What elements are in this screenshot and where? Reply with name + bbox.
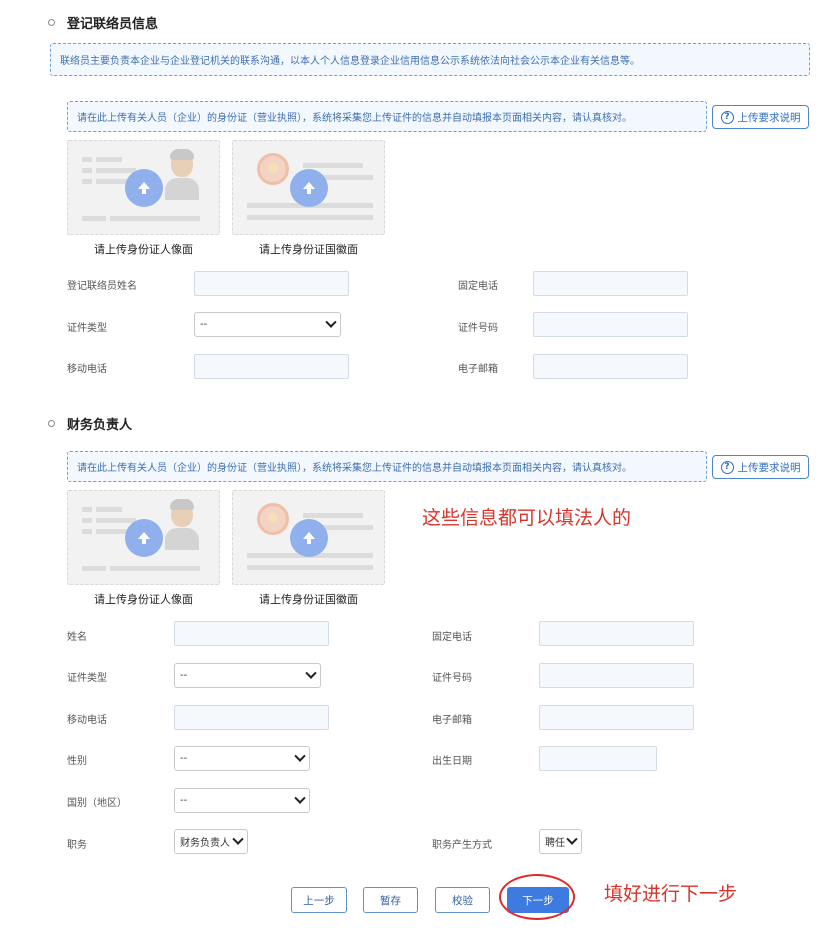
emblem-placeholder xyxy=(257,503,289,535)
question-circle-icon: ? xyxy=(720,110,734,124)
chevron-down-icon xyxy=(294,750,306,762)
liaison-id-no-label: 证件号码 xyxy=(458,323,498,334)
finance-name-label: 姓名 xyxy=(67,632,87,643)
highlight-circle xyxy=(499,874,575,920)
portrait-placeholder xyxy=(165,149,199,201)
upload-arrow-icon xyxy=(290,169,328,207)
liaison-id-no-input[interactable] xyxy=(533,312,688,337)
upload-arrow-icon xyxy=(125,169,163,207)
finance-country-select[interactable]: -- xyxy=(174,788,310,813)
upload-notice-text: 请在此上传有关人员（企业）的身份证（营业执照），系统将采集您上传证件的信息并自动… xyxy=(77,463,632,474)
finance-birth-input[interactable] xyxy=(539,746,657,771)
liaison-phone-input[interactable] xyxy=(533,271,688,296)
liaison-name-input[interactable] xyxy=(194,271,349,296)
finance-country-value: -- xyxy=(180,795,188,806)
section-title-text: 登记联络员信息 xyxy=(67,17,159,32)
finance-gender-select[interactable]: -- xyxy=(174,746,310,771)
finance-id-no-label: 证件号码 xyxy=(432,673,472,684)
annotation-next-step: 填好进行下一步 xyxy=(604,883,738,905)
upload-arrow-icon xyxy=(290,519,328,557)
bullet-icon xyxy=(48,19,55,26)
bullet-icon xyxy=(48,420,55,427)
upload-id-front-card-finance[interactable] xyxy=(67,490,220,585)
prev-step-button[interactable]: 上一步 xyxy=(291,887,347,913)
upload-id-back-caption-finance: 请上传身份证国徽面 xyxy=(259,593,358,606)
upload-id-front-card[interactable] xyxy=(67,140,220,235)
finance-position-value: 财务负责人 xyxy=(180,838,230,849)
chevron-down-icon xyxy=(294,792,306,804)
liaison-email-input[interactable] xyxy=(533,354,688,379)
verify-button[interactable]: 校验 xyxy=(435,887,490,913)
section-title-liaison: 登记联络员信息 xyxy=(48,13,158,32)
liaison-notice: 联络员主要负责本企业与企业登记机关的联系沟通，以本人个人信息登录企业信用信息公示… xyxy=(50,43,810,76)
finance-position-label: 职务 xyxy=(67,840,87,851)
finance-gender-value: -- xyxy=(180,753,188,764)
liaison-id-type-value: -- xyxy=(200,319,208,330)
upload-notice: 请在此上传有关人员（企业）的身份证（营业执照），系统将采集您上传证件的信息并自动… xyxy=(67,101,707,132)
finance-id-no-input[interactable] xyxy=(539,663,694,688)
upload-requirements-label: 上传要求说明 xyxy=(737,461,801,474)
liaison-id-type-select[interactable]: -- xyxy=(194,312,341,337)
upload-id-front-caption: 请上传身份证人像面 xyxy=(94,243,193,256)
upload-arrow-icon xyxy=(125,519,163,557)
liaison-mobile-label: 移动电话 xyxy=(67,364,107,375)
upload-requirements-label: 上传要求说明 xyxy=(737,111,801,124)
liaison-id-type-label: 证件类型 xyxy=(67,323,107,334)
finance-country-label: 国别（地区） xyxy=(67,798,127,809)
upload-id-back-card-finance[interactable] xyxy=(232,490,385,585)
finance-position-method-value: 聘任 xyxy=(545,838,565,849)
finance-position-method-select[interactable]: 聘任 xyxy=(539,829,582,854)
finance-email-label: 电子邮箱 xyxy=(432,715,472,726)
finance-name-input[interactable] xyxy=(174,621,329,646)
finance-id-type-value: -- xyxy=(180,670,188,681)
chevron-down-icon xyxy=(232,833,244,845)
finance-email-input[interactable] xyxy=(539,705,694,730)
chevron-down-icon xyxy=(325,316,337,328)
section-title-finance: 财务负责人 xyxy=(48,414,132,433)
finance-phone-input[interactable] xyxy=(539,621,694,646)
finance-position-select[interactable]: 财务负责人 xyxy=(174,829,248,854)
upload-requirements-button-finance[interactable]: ? 上传要求说明 xyxy=(712,455,809,479)
finance-phone-label: 固定电话 xyxy=(432,632,472,643)
section-title-text: 财务负责人 xyxy=(67,418,133,433)
liaison-notice-text: 联络员主要负责本企业与企业登记机关的联系沟通，以本人个人信息登录企业信用信息公示… xyxy=(60,56,640,67)
finance-mobile-input[interactable] xyxy=(174,705,329,730)
finance-id-type-label: 证件类型 xyxy=(67,673,107,684)
finance-id-type-select[interactable]: -- xyxy=(174,663,321,688)
upload-requirements-button[interactable]: ? 上传要求说明 xyxy=(712,105,809,129)
chevron-down-icon xyxy=(305,667,317,679)
upload-id-back-caption: 请上传身份证国徽面 xyxy=(259,243,358,256)
upload-id-front-caption-finance: 请上传身份证人像面 xyxy=(94,593,193,606)
finance-gender-label: 性别 xyxy=(67,756,87,767)
finance-mobile-label: 移动电话 xyxy=(67,715,107,726)
liaison-phone-label: 固定电话 xyxy=(458,281,498,292)
upload-notice-text: 请在此上传有关人员（企业）的身份证（营业执照），系统将采集您上传证件的信息并自动… xyxy=(77,113,632,124)
portrait-placeholder xyxy=(165,499,199,551)
question-circle-icon: ? xyxy=(720,460,734,474)
liaison-mobile-input[interactable] xyxy=(194,354,349,379)
liaison-name-label: 登记联络员姓名 xyxy=(67,281,137,292)
upload-id-back-card[interactable] xyxy=(232,140,385,235)
save-draft-button[interactable]: 暂存 xyxy=(363,887,418,913)
liaison-email-label: 电子邮箱 xyxy=(458,364,498,375)
finance-birth-label: 出生日期 xyxy=(432,756,472,767)
chevron-down-icon xyxy=(566,833,578,845)
emblem-placeholder xyxy=(257,153,289,185)
annotation-fill-legal-rep: 这些信息都可以填法人的 xyxy=(422,507,632,529)
finance-position-method-label: 职务产生方式 xyxy=(432,840,492,851)
upload-notice-finance: 请在此上传有关人员（企业）的身份证（营业执照），系统将采集您上传证件的信息并自动… xyxy=(67,451,707,482)
